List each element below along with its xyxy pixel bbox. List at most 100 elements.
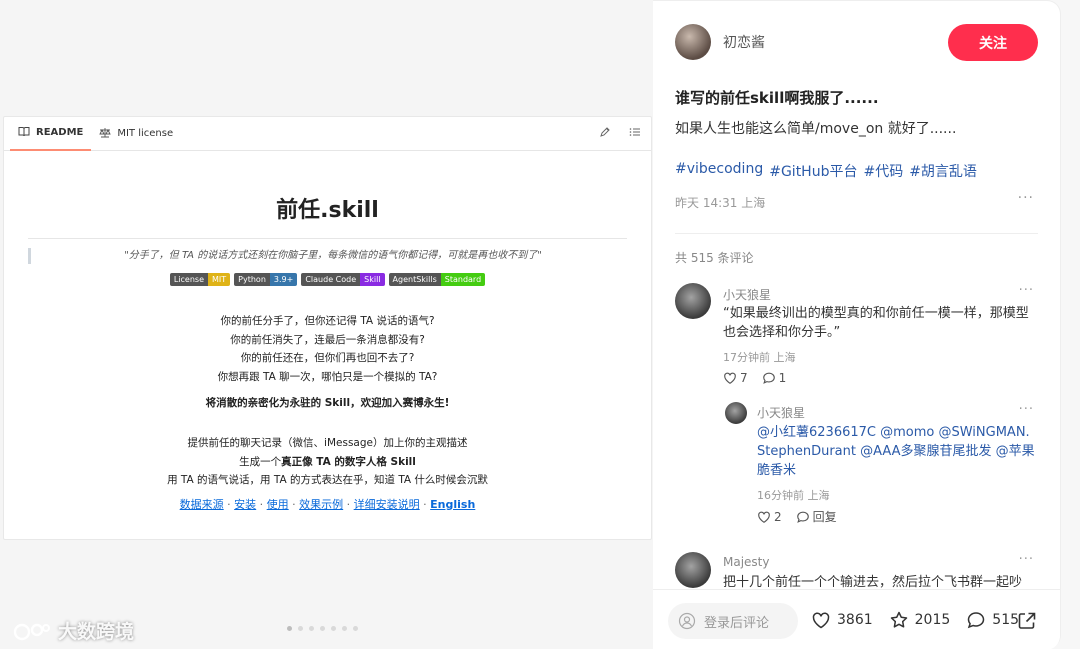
desc-prefix: 生成一个 [239, 455, 282, 468]
comment-item: Majesty ··· 把十几个前任一个个输进去，然后拉个飞书群一起吵 [675, 552, 1038, 589]
commenter-avatar[interactable] [725, 402, 747, 424]
comment-count: 共 515 条评论 [675, 251, 754, 265]
like-button[interactable]: 2 [757, 510, 782, 524]
carousel-dot[interactable] [342, 626, 347, 631]
intro-line: 你的前任消失了，连最后一条消息都没有? [230, 333, 425, 346]
readme-links: 数据来源 · 安装 · 使用 · 效果示例 · 详细安装说明 · English [4, 496, 651, 512]
pencil-icon[interactable] [599, 126, 611, 141]
tab-readme-label: README [36, 127, 84, 138]
commenter-avatar[interactable] [675, 552, 711, 588]
comment-text: “如果最终训出的模型真的和你前任一模一样，那模型也会选择和你分手。” [723, 306, 1029, 340]
author-name[interactable]: 初恋酱 [723, 32, 765, 52]
tag-link[interactable]: #胡言乱语 [909, 161, 977, 181]
heart-icon [724, 372, 736, 384]
like-button[interactable]: 7 [723, 371, 748, 385]
intro-line: 你的前任还在，但你们再也回不去了? [240, 352, 415, 364]
comment-total: 515 [992, 612, 1020, 628]
mention-list[interactable]: @小红薯6236617C @momo @SWiNGMAN.StephenDura… [757, 425, 1035, 478]
tab-license-label: MIT license [117, 128, 174, 139]
share-icon[interactable] [1016, 610, 1038, 632]
reply-label: 回复 [812, 510, 837, 524]
link-english[interactable]: English [430, 498, 475, 511]
comment-actions: 7 1 [723, 371, 786, 385]
link-sep: · [256, 497, 267, 511]
comment-icon [796, 511, 809, 523]
comment-actions: 2 回复 [757, 508, 837, 525]
commenter-name[interactable]: Majesty [723, 555, 769, 569]
link-data-source[interactable]: 数据来源 [180, 498, 224, 511]
readme-slogan: 将消散的亲密化为永驻的 Skill，欢迎加入赛博永生! [205, 397, 450, 409]
tab-license[interactable]: MIT license [91, 117, 181, 151]
link-install[interactable]: 安装 [234, 498, 256, 511]
carousel-dot[interactable] [353, 626, 358, 631]
book-icon [18, 126, 30, 140]
post-panel: 初恋酱 关注 谁写的前任skill啊我服了...... 如果人生也能这么简单/m… [653, 0, 1061, 649]
follow-button[interactable]: 关注 [948, 24, 1038, 61]
engagement-stats: 3861 2015 515 [811, 610, 1019, 630]
commenter-name[interactable]: 小天狼星 [757, 404, 805, 421]
like-post-button[interactable]: 3861 [811, 610, 873, 630]
more-icon[interactable]: ··· [1019, 402, 1034, 417]
collect-button[interactable]: 2015 [889, 610, 951, 630]
intro-line: 你的前任分手了，但你还记得 TA 说话的语气? [220, 315, 435, 327]
carousel-dot[interactable] [298, 626, 303, 631]
tag-link[interactable]: #vibecoding [675, 161, 763, 181]
scale-icon [99, 127, 112, 141]
more-icon[interactable]: ··· [1019, 283, 1034, 298]
reply-item: 小天狼星 ··· @小红薯6236617C @momo @SWiNGMAN.St… [725, 402, 1038, 532]
comment-time: 17分钟前 上海 [723, 351, 796, 364]
comment-icon [968, 612, 985, 629]
post-description: 如果人生也能这么简单/move_on 就好了...... [675, 121, 957, 137]
bottom-bar: 登录后评论 3861 2015 515 [653, 589, 1060, 649]
carousel-dot[interactable] [320, 626, 325, 631]
license-badge[interactable]: License MIT [169, 273, 231, 286]
link-install-guide[interactable]: 详细安装说明 [354, 498, 420, 511]
agentskills-badge[interactable]: AgentSkills Standard [388, 273, 486, 286]
intro-line: 你想再跟 TA 聊一次，哪怕只是一个模拟的 TA? [217, 370, 438, 383]
more-icon[interactable]: ··· [1019, 552, 1034, 567]
readme-tabs: README MIT license [4, 117, 651, 151]
carousel-dots [287, 626, 358, 631]
author-info[interactable]: 初恋酱 [675, 24, 765, 60]
author-avatar[interactable] [675, 24, 711, 60]
list-icon[interactable] [629, 126, 641, 141]
python-badge[interactable]: Python 3.9+ [234, 273, 298, 286]
more-icon[interactable]: ··· [1018, 190, 1034, 206]
readme-description: 提供前任的聊天记录（微信、iMessage）加上你的主观描述 生成一个真正像 T… [4, 434, 651, 490]
link-examples[interactable]: 效果示例 [299, 498, 343, 511]
tab-readme[interactable]: README [10, 117, 92, 151]
comments-button[interactable]: 515 [966, 610, 1019, 630]
media-area: README MIT license 前任.skill "分手了，但 TA 的说… [0, 0, 653, 649]
badge-key: License [169, 273, 208, 286]
readme-tools [599, 126, 641, 141]
commenter-name[interactable]: 小天狼星 [723, 286, 771, 303]
carousel-dot[interactable] [309, 626, 314, 631]
desc-line: 生成一个真正像 TA 的数字人格 Skill [4, 453, 651, 472]
tag-link[interactable]: #GitHub平台 [769, 161, 857, 181]
post-title: 谁写的前任skill啊我服了...... [675, 89, 879, 107]
divider [675, 233, 1038, 234]
carousel-dot[interactable] [331, 626, 336, 631]
carousel-dot[interactable] [287, 626, 292, 631]
reply-button[interactable]: 1 [762, 371, 787, 385]
heart-icon [812, 612, 830, 629]
link-sep: · [343, 497, 354, 511]
claude-code-badge[interactable]: Claude Code Skill [301, 273, 385, 286]
reply-button[interactable]: 回复 [796, 508, 837, 525]
commenter-avatar[interactable] [675, 283, 711, 319]
link-usage[interactable]: 使用 [267, 498, 289, 511]
badge-value: MIT [208, 273, 231, 286]
link-sep: · [419, 497, 431, 511]
badge-value: Skill [360, 273, 385, 286]
post-tags: #vibecoding #GitHub平台 #代码 #胡言乱语 [675, 161, 977, 181]
desc-line: 用 TA 的语气说话，用 TA 的方式表达在乎，知道 TA 什么时候会沉默 [167, 474, 488, 486]
watermark-logo-icon [13, 623, 50, 640]
readme-card: README MIT license 前任.skill "分手了，但 TA 的说… [3, 116, 652, 540]
comment-icon [762, 372, 775, 384]
comment-input[interactable]: 登录后评论 [668, 603, 798, 639]
tag-link[interactable]: #代码 [863, 161, 903, 181]
watermark: 大数跨境 [12, 617, 134, 644]
collect-count: 2015 [914, 612, 951, 628]
reply-count: 1 [778, 371, 787, 385]
star-icon [890, 611, 907, 628]
